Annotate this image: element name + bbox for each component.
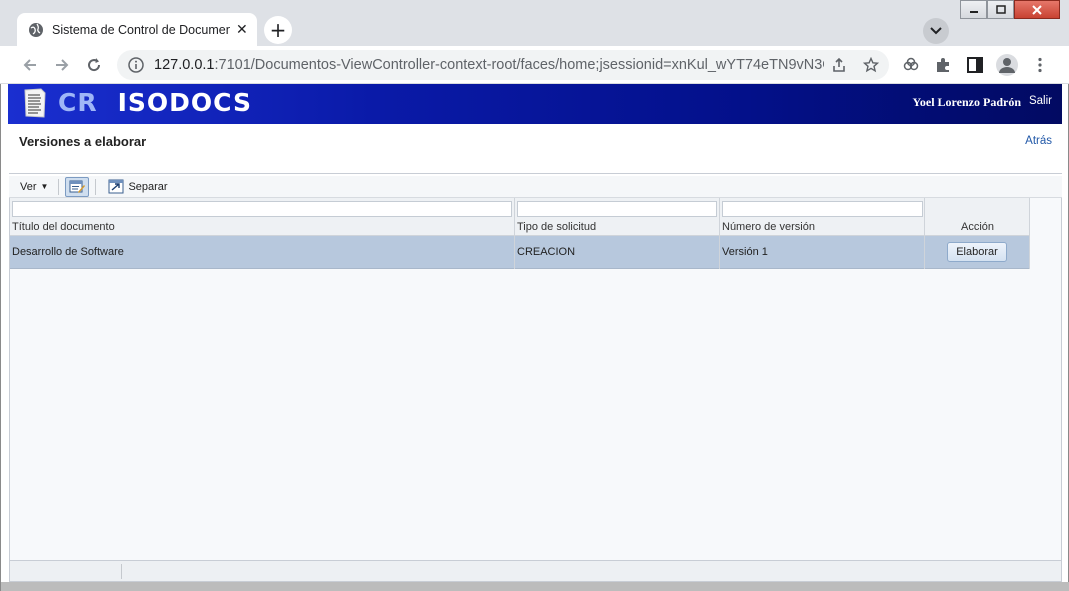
query-by-example-button[interactable]	[65, 176, 90, 197]
browser-tab-strip: Sistema de Control de Document ✕ +	[0, 0, 1069, 46]
app-brand: CR ISODOCS	[58, 88, 252, 117]
column-divider	[924, 198, 925, 269]
close-icon	[1032, 4, 1042, 15]
background-window-menu	[300, 22, 304, 34]
app-banner: CR ISODOCS Yoel Lorenzo Padrón Salir	[8, 84, 1062, 124]
detach-label: Separar	[128, 180, 168, 193]
toolbar-separator	[95, 178, 97, 195]
app-content: CR ISODOCS Yoel Lorenzo Padrón Salir Vers…	[0, 84, 1069, 591]
detach-button[interactable]: Separar	[108, 179, 168, 194]
toolbar-separator	[58, 178, 60, 195]
divider	[9, 173, 1062, 174]
column-header-version[interactable]: Número de versión	[722, 221, 815, 233]
brand-cr: CR	[58, 88, 98, 117]
column-divider	[1029, 198, 1030, 269]
address-bar[interactable]: 127.0.0.1:7101/Documentos-ViewController…	[117, 50, 889, 80]
column-header-title[interactable]: Título del documento	[12, 221, 115, 233]
puzzle-icon[interactable]	[934, 56, 952, 74]
browser-toolbar: 127.0.0.1:7101/Documentos-ViewController…	[0, 46, 1069, 84]
user-name: Yoel Lorenzo Padrón	[912, 95, 1021, 109]
minimize-icon	[969, 10, 978, 13]
filter-row	[10, 198, 1030, 220]
versions-table: Título del documento Tipo de solicitud N…	[9, 198, 1062, 561]
tab-title: Sistema de Control de Document	[52, 22, 230, 37]
column-header-request-type[interactable]: Tipo de solicitud	[517, 221, 596, 233]
star-icon[interactable]	[863, 57, 879, 73]
tab-search-button[interactable]	[923, 18, 949, 44]
new-tab-button[interactable]: +	[264, 16, 292, 44]
cell-title: Desarrollo de Software	[12, 246, 124, 258]
filter-version-input[interactable]	[722, 201, 923, 217]
maximize-button[interactable]	[987, 0, 1014, 19]
extension-cloud-icon[interactable]	[902, 56, 920, 74]
column-divider	[719, 198, 720, 269]
url-host: 127.0.0.1	[154, 57, 215, 73]
side-panel-icon[interactable]	[966, 56, 984, 74]
url-path: :7101/Documentos-ViewController-context-…	[214, 57, 824, 73]
cell-version: Versión 1	[722, 246, 768, 258]
view-menu-label: Ver	[20, 180, 37, 193]
url-text[interactable]: 127.0.0.1:7101/Documentos-ViewController…	[154, 57, 824, 73]
forward-arrow-icon[interactable]	[52, 55, 72, 75]
cell-request-type: CREACION	[517, 246, 576, 258]
maximize-icon	[995, 5, 1006, 14]
browser-tab[interactable]: Sistema de Control de Document ✕	[17, 13, 257, 46]
column-header-action: Acción	[961, 221, 995, 233]
close-window-button[interactable]	[1014, 0, 1060, 19]
filter-request-type-input[interactable]	[517, 201, 717, 217]
view-menu[interactable]: Ver ▼	[20, 181, 48, 193]
back-link[interactable]: Atrás	[1025, 135, 1052, 147]
detach-icon	[108, 179, 124, 194]
dropdown-caret-icon: ▼	[40, 182, 49, 191]
reload-icon[interactable]	[84, 55, 104, 75]
logout-link[interactable]: Salir	[1029, 95, 1052, 107]
chevron-down-icon	[930, 27, 942, 35]
person-icon	[999, 58, 1015, 73]
window-controls	[960, 0, 1062, 20]
table-row[interactable]: Desarrollo de Software CREACION Versión …	[10, 236, 1030, 269]
more-vert-icon[interactable]	[1031, 56, 1049, 74]
profile-avatar[interactable]	[996, 54, 1018, 76]
status-divider	[121, 564, 122, 579]
table-header: Título del documento Tipo de solicitud N…	[10, 220, 1030, 236]
close-tab-icon[interactable]: ✕	[236, 22, 248, 38]
minimize-button[interactable]	[960, 0, 987, 19]
elaborate-button[interactable]: Elaborar	[947, 242, 1007, 262]
window-bottom-edge	[1, 582, 1069, 591]
globe-icon	[29, 22, 43, 37]
filter-edit-icon	[69, 180, 86, 193]
page-title: Versiones a elaborar	[19, 134, 147, 149]
info-icon[interactable]	[128, 57, 144, 73]
filter-title-input[interactable]	[12, 201, 512, 217]
brand-name: ISODOCS	[117, 88, 252, 117]
share-icon[interactable]	[831, 57, 847, 73]
back-arrow-icon[interactable]	[20, 55, 40, 75]
column-divider	[514, 198, 515, 269]
table-toolbar: Ver ▼ Separar	[9, 176, 1062, 198]
status-bar	[9, 561, 1062, 582]
document-logo-icon	[24, 88, 46, 118]
